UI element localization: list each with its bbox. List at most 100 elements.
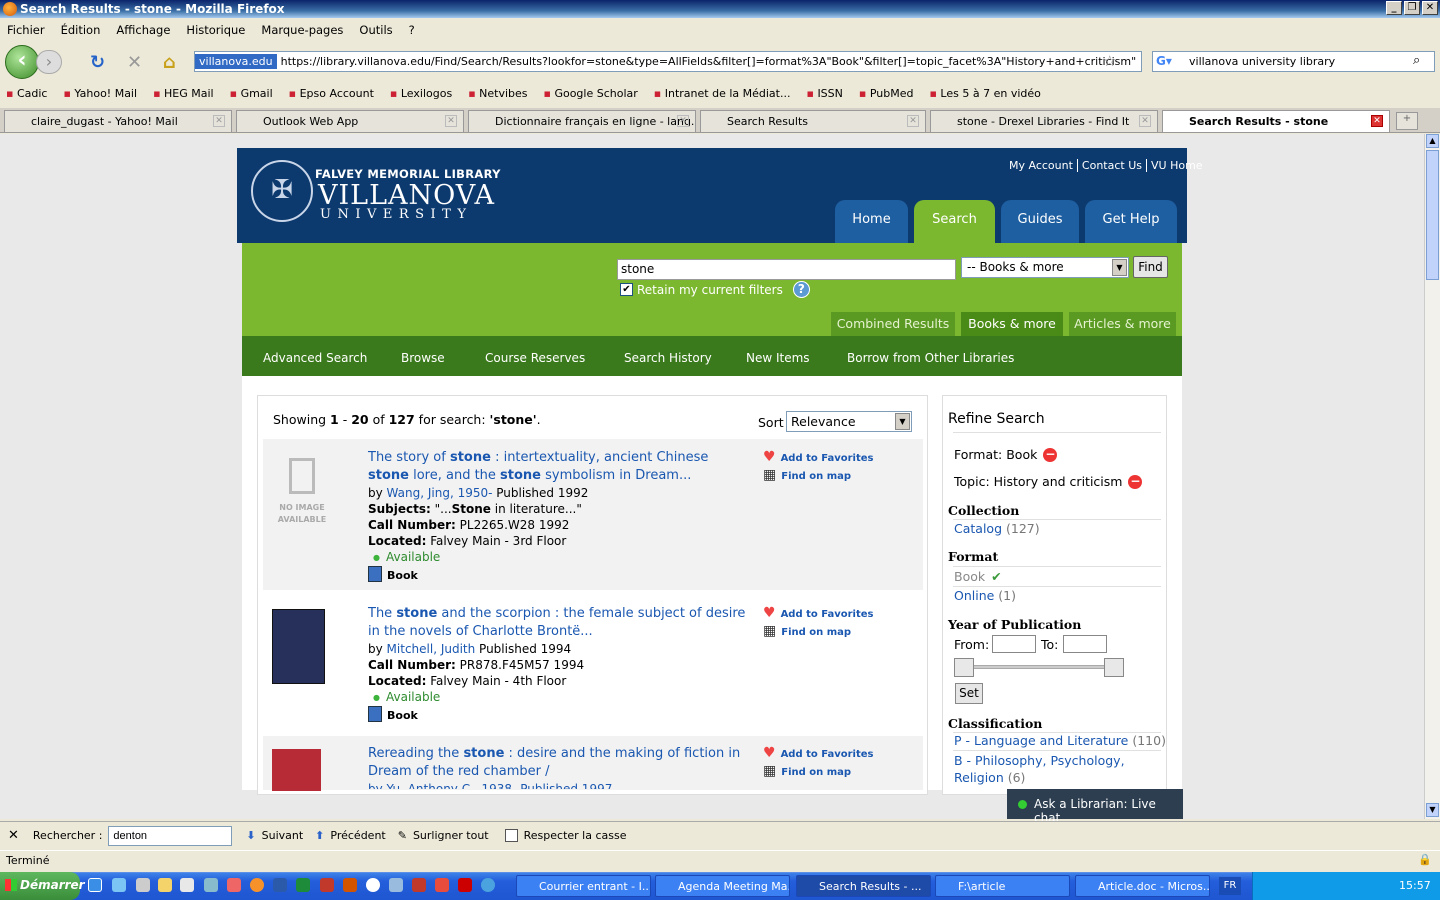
remove-filter-icon[interactable]: −	[1043, 448, 1058, 462]
excel-icon[interactable]	[296, 878, 310, 892]
retain-filters-checkbox[interactable]: ✔	[620, 283, 633, 296]
word-icon[interactable]	[273, 878, 287, 892]
subtab-articles[interactable]: Articles & more	[1069, 312, 1176, 336]
close-tab-icon[interactable]: ✕	[1371, 115, 1383, 127]
scroll-up-arrow[interactable]: ▲	[1426, 134, 1439, 148]
tab-outlook[interactable]: Outlook Web App ✕	[236, 110, 464, 132]
close-tab-icon[interactable]: ✕	[213, 115, 225, 127]
search-scope-select[interactable]: -- Books & more ▼	[961, 257, 1129, 278]
close-findbar-icon[interactable]: ✕	[8, 828, 19, 843]
findbar-input[interactable]	[108, 825, 233, 846]
site-identity-button[interactable]: villanova.edu	[195, 54, 277, 69]
close-tab-icon[interactable]: ✕	[907, 115, 919, 127]
stop-icon[interactable]: ✕	[127, 52, 142, 73]
help-icon[interactable]: ?	[792, 281, 810, 298]
bookmark-item[interactable]: Gmail	[230, 87, 273, 101]
year-from-input[interactable]	[992, 635, 1036, 653]
add-to-favorites-link[interactable]: Add to Favorites	[763, 605, 874, 621]
bookmark-item[interactable]: Epso Account	[289, 87, 374, 101]
book-cover-image[interactable]	[272, 749, 321, 791]
bookmark-item[interactable]: Les 5 à 7 en vidéo	[929, 87, 1040, 101]
my-account-link[interactable]: My Account	[1009, 159, 1078, 172]
start-button[interactable]: Démarrer	[0, 872, 85, 900]
bookmark-item[interactable]: ISSN	[806, 87, 842, 101]
bookmark-item[interactable]: Yahoo! Mail	[63, 87, 137, 101]
set-year-button[interactable]: Set	[955, 683, 983, 704]
sort-select[interactable]: Relevance ▼	[786, 411, 912, 432]
author-link[interactable]: Wang, Jing, 1950-	[387, 486, 493, 500]
chevron-down-icon[interactable]: ▼	[895, 413, 910, 430]
url-bar[interactable]: villanova.edu https://library.villanova.e…	[194, 51, 1142, 72]
add-to-favorites-link[interactable]: Add to Favorites	[763, 449, 874, 465]
tab-dictionnaire[interactable]: Dictionnaire français en ligne - lang...…	[468, 110, 696, 132]
back-button[interactable]: ‹	[5, 45, 39, 79]
language-indicator[interactable]: FR	[1219, 877, 1241, 895]
new-tab-button[interactable]: +	[1396, 112, 1418, 130]
facet-link[interactable]: Online	[954, 588, 994, 603]
tab-guides[interactable]: Guides	[1001, 200, 1079, 243]
quicklaunch-icon[interactable]	[481, 878, 495, 892]
quicklaunch-icon[interactable]	[136, 878, 150, 892]
find-button[interactable]: Find	[1133, 256, 1168, 278]
quicklaunch-icon[interactable]	[204, 878, 218, 892]
catalog-search-input[interactable]: stone	[617, 259, 956, 280]
taskbar-word[interactable]: Article.doc - Micros...	[1075, 875, 1210, 897]
menu-file[interactable]: Fichier	[7, 23, 45, 37]
minimize-button[interactable]: _	[1386, 1, 1402, 15]
menu-history[interactable]: Historique	[186, 23, 245, 37]
restore-button[interactable]: ❐	[1404, 1, 1420, 15]
bookmark-item[interactable]: Cadic	[6, 87, 48, 101]
google-engine-icon[interactable]: G▾	[1156, 54, 1172, 68]
subtab-combined[interactable]: Combined Results	[831, 312, 955, 336]
logo-library-name[interactable]: FALVEY MEMORIAL LIBRARY	[315, 167, 501, 181]
reload-icon[interactable]: ↻	[90, 52, 105, 73]
menu-edit[interactable]: Édition	[61, 23, 101, 37]
result-title-link[interactable]: The stone and the scorpion : the female …	[368, 605, 748, 641]
find-on-map-link[interactable]: Find on map	[763, 623, 851, 639]
taskbar-outlook[interactable]: Courrier entrant - I...	[516, 875, 651, 897]
quicklaunch-icon[interactable]	[320, 878, 334, 892]
acrobat-icon[interactable]	[435, 878, 449, 892]
quicklaunch-icon[interactable]	[458, 878, 472, 892]
tab-search[interactable]: Search	[914, 200, 995, 243]
book-cover-image[interactable]	[272, 609, 325, 684]
author-link[interactable]: Mitchell, Judith	[387, 642, 476, 656]
bookmark-item[interactable]: Intranet de la Médiat...	[654, 87, 791, 101]
chevron-down-icon[interactable]: ▼	[1112, 259, 1127, 276]
close-tab-icon[interactable]: ✕	[677, 115, 689, 127]
menu-view[interactable]: Affichage	[116, 23, 170, 37]
home-icon[interactable]: ⌂	[163, 52, 176, 73]
scroll-thumb[interactable]	[1426, 150, 1439, 280]
year-range-slider[interactable]	[955, 665, 1123, 669]
highlight-all-button[interactable]: Surligner tout	[413, 829, 489, 842]
year-to-input[interactable]	[1063, 635, 1107, 653]
slider-handle-max[interactable]	[1104, 658, 1124, 677]
nav-advanced-search[interactable]: Advanced Search	[263, 351, 367, 365]
remove-filter-icon[interactable]: −	[1128, 475, 1143, 489]
vu-home-link[interactable]: VU Home	[1151, 159, 1207, 172]
bookmark-star-icon[interactable]: ☆	[1103, 52, 1116, 70]
close-tab-icon[interactable]: ✕	[445, 115, 457, 127]
bookmark-item[interactable]: Google Scholar	[544, 87, 637, 101]
firefox-icon[interactable]	[250, 878, 264, 892]
contact-us-link[interactable]: Contact Us	[1082, 159, 1147, 172]
quicklaunch-icon[interactable]	[88, 878, 102, 892]
tab-search-results-stone[interactable]: Search Results - stone ✕	[1162, 110, 1390, 132]
subtab-books[interactable]: Books & more	[961, 312, 1063, 336]
slider-handle-min[interactable]	[954, 658, 974, 677]
nav-browse[interactable]: Browse	[401, 351, 445, 365]
nav-borrow[interactable]: Borrow from Other Libraries	[847, 351, 1014, 365]
tab-search-results-yahoo[interactable]: Search Results ✕	[700, 110, 926, 132]
taskbar-folder[interactable]: F:\article	[935, 875, 1070, 897]
close-window-button[interactable]: ✕	[1422, 1, 1438, 15]
vertical-scrollbar[interactable]: ▲ ▼	[1424, 134, 1440, 819]
taskbar-agenda[interactable]: Agenda Meeting Ma...	[655, 875, 790, 897]
forward-button[interactable]: ›	[36, 50, 62, 74]
scroll-down-arrow[interactable]: ▼	[1426, 803, 1439, 817]
nav-course-reserves[interactable]: Course Reserves	[485, 351, 585, 365]
taskbar-firefox[interactable]: Search Results - ...	[796, 875, 931, 897]
powerpoint-icon[interactable]	[343, 878, 357, 892]
find-next-button[interactable]: Suivant	[262, 829, 304, 842]
find-on-map-link[interactable]: Find on map	[763, 763, 851, 779]
add-to-favorites-link[interactable]: Add to Favorites	[763, 745, 874, 761]
